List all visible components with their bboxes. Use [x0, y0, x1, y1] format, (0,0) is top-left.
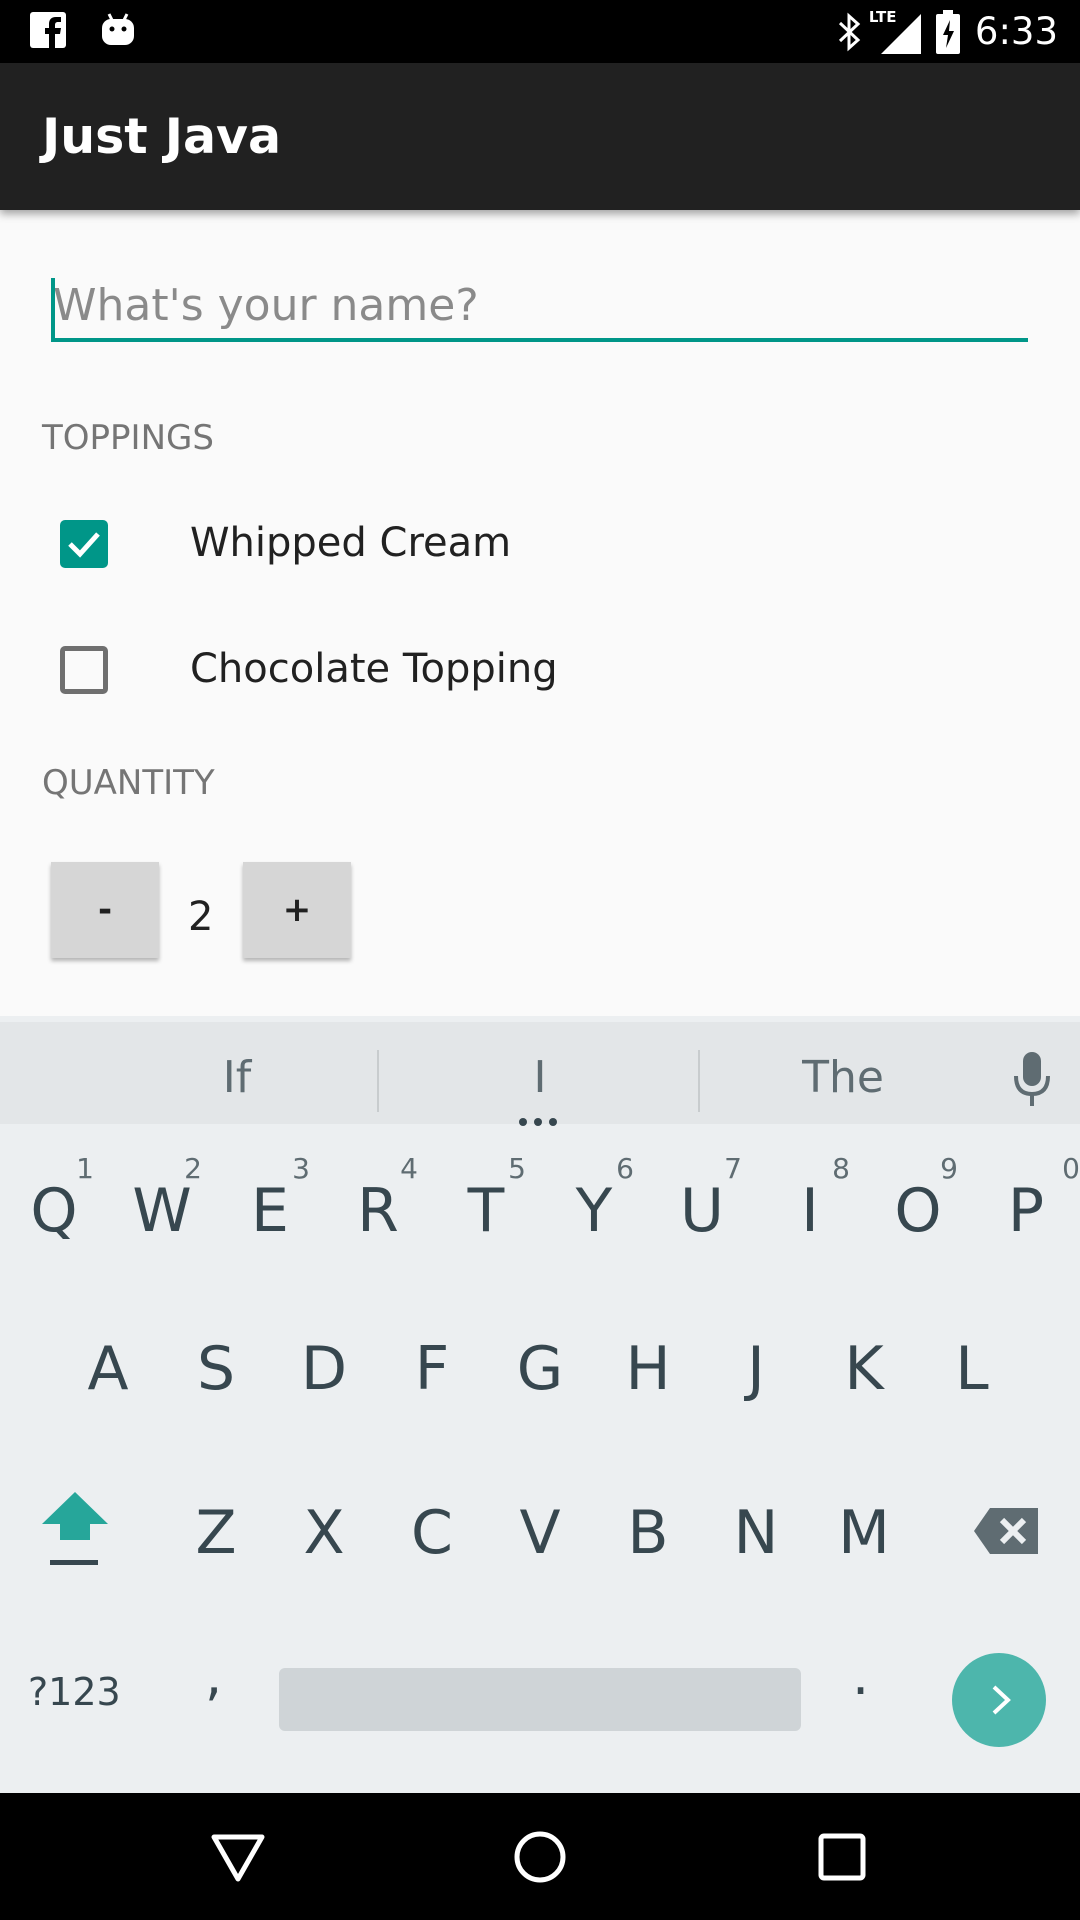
- key-k[interactable]: K: [810, 1334, 918, 1484]
- key-o[interactable]: 9O: [864, 1124, 972, 1274]
- key-g[interactable]: G: [486, 1334, 594, 1484]
- key-u[interactable]: 7U: [648, 1124, 756, 1274]
- shift-key[interactable]: [20, 1486, 130, 1636]
- quantity-value: 2: [188, 894, 214, 940]
- facebook-icon: [30, 12, 66, 48]
- key-a[interactable]: A: [54, 1334, 162, 1484]
- suggestion-right[interactable]: The: [728, 1052, 958, 1103]
- key-q[interactable]: 1Q: [0, 1124, 108, 1274]
- quantity-label: QUANTITY: [42, 763, 215, 803]
- order-form: TOPPINGS Whipped Cream Chocolate Topping…: [0, 210, 1080, 1016]
- key-s[interactable]: S: [162, 1334, 270, 1484]
- key-n[interactable]: N: [702, 1498, 810, 1648]
- key-b[interactable]: B: [594, 1498, 702, 1648]
- checkmark-icon: [68, 532, 100, 558]
- space-key[interactable]: [279, 1668, 801, 1731]
- topping-row-whipped-cream[interactable]: Whipped Cream: [0, 492, 1080, 602]
- key-e[interactable]: 3E: [216, 1124, 324, 1274]
- app-bar: Just Java: [0, 63, 1080, 210]
- recents-icon[interactable]: [814, 1829, 870, 1885]
- symbols-key[interactable]: ?123: [28, 1670, 121, 1714]
- whipped-cream-checkbox[interactable]: [60, 520, 108, 568]
- key-t[interactable]: 5T: [432, 1124, 540, 1274]
- microphone-icon[interactable]: [1012, 1052, 1052, 1108]
- topping-row-chocolate[interactable]: Chocolate Topping: [0, 618, 1080, 728]
- key-v[interactable]: V: [486, 1498, 594, 1648]
- back-icon[interactable]: [210, 1829, 266, 1885]
- navigation-bar: [0, 1793, 1080, 1920]
- status-bar: LTE 6:33: [0, 0, 1080, 63]
- decrement-button[interactable]: -: [51, 862, 159, 958]
- clock: 6:33: [974, 10, 1058, 53]
- suggestion-center[interactable]: I: [425, 1052, 655, 1103]
- battery-icon: [935, 9, 960, 54]
- text-cursor: [51, 278, 55, 340]
- backspace-icon: [974, 1508, 1038, 1554]
- suggestion-divider: [698, 1050, 700, 1112]
- toppings-label: TOPPINGS: [42, 418, 214, 458]
- bluetooth-icon: [838, 12, 861, 51]
- lte-signal-icon: LTE: [869, 8, 921, 54]
- key-j[interactable]: J: [702, 1334, 810, 1484]
- chocolate-topping-checkbox[interactable]: [60, 646, 108, 694]
- suggestion-divider: [377, 1050, 379, 1112]
- key-d[interactable]: D: [270, 1334, 378, 1484]
- network-type-label: LTE: [868, 7, 897, 26]
- backspace-key[interactable]: [960, 1486, 1060, 1636]
- whipped-cream-label: Whipped Cream: [190, 520, 512, 566]
- key-w[interactable]: 2W: [108, 1124, 216, 1274]
- key-l[interactable]: L: [918, 1334, 1026, 1484]
- suggestion-left[interactable]: If: [122, 1052, 352, 1103]
- android-icon: [102, 13, 134, 45]
- increment-button[interactable]: +: [243, 862, 351, 958]
- chevron-right-icon: [992, 1685, 1011, 1715]
- soft-keyboard: If I The 1Q 2W 3E 4R 5T 6Y 7U 8I 9O 0P A…: [0, 1016, 1080, 1793]
- name-input[interactable]: [51, 272, 1028, 342]
- key-z[interactable]: Z: [162, 1498, 270, 1648]
- key-y[interactable]: 6Y: [540, 1124, 648, 1274]
- home-icon[interactable]: [512, 1829, 568, 1885]
- key-h[interactable]: H: [594, 1334, 702, 1484]
- key-f[interactable]: F: [378, 1334, 486, 1484]
- chocolate-topping-label: Chocolate Topping: [190, 646, 558, 692]
- shift-icon: [42, 1492, 108, 1565]
- next-key[interactable]: [952, 1653, 1046, 1747]
- key-c[interactable]: C: [378, 1498, 486, 1648]
- key-r[interactable]: 4R: [324, 1124, 432, 1274]
- key-x[interactable]: X: [270, 1498, 378, 1648]
- period-key[interactable]: .: [852, 1644, 869, 1707]
- key-m[interactable]: M: [810, 1498, 918, 1648]
- key-i[interactable]: 8I: [756, 1124, 864, 1274]
- app-title: Just Java: [42, 108, 282, 165]
- suggestion-strip: If I The: [0, 1016, 1080, 1126]
- key-p[interactable]: 0P: [972, 1124, 1080, 1274]
- comma-key[interactable]: ,: [205, 1644, 222, 1707]
